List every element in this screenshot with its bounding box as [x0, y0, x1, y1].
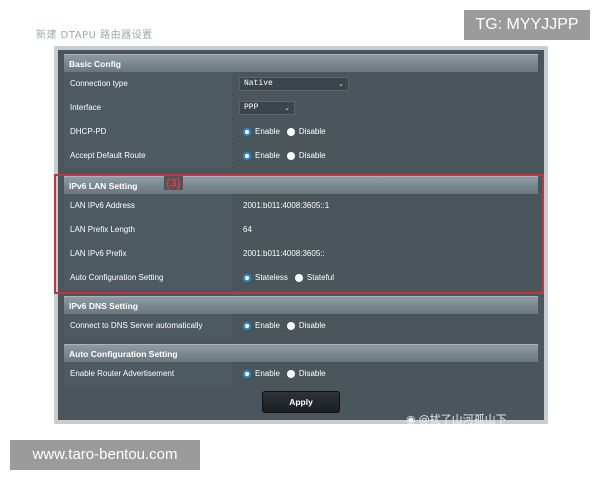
- connection-type-cell: Native ⌄: [234, 72, 538, 96]
- connection-type-label: Connection type: [64, 72, 232, 96]
- connect-dns-radio-group: Enable Disable: [243, 314, 329, 338]
- lan-ipv6-address-label: LAN IPv6 Address: [64, 194, 232, 218]
- connect-dns-enable-label: Enable: [255, 321, 280, 330]
- apply-button[interactable]: Apply: [262, 391, 340, 413]
- dhcp-pd-disable-label: Disable: [298, 127, 326, 136]
- auto-configuration-radio-group: Stateless Stateful: [243, 266, 337, 290]
- chevron-down-icon: ⌄: [284, 104, 290, 112]
- watermark: ◉ @扰了山河孤山下: [406, 410, 507, 428]
- lan-prefix-length-label: LAN Prefix Length: [64, 218, 232, 242]
- connection-type-value: Native: [244, 79, 273, 88]
- eye-logo-icon: ◉: [406, 412, 416, 426]
- stateful-radio[interactable]: [294, 274, 303, 282]
- dhcp-pd-label: DHCP-PD: [64, 120, 232, 144]
- connect-dns-cell: Enable Disable: [234, 314, 538, 338]
- auto-configuration-setting-cell: Stateless Stateful: [234, 266, 538, 290]
- connect-dns-label: Connect to DNS Server automatically: [64, 314, 232, 338]
- router-advertisement-disable-radio[interactable]: [286, 370, 295, 378]
- lan-ipv6-prefix-value: 2001:b011:4008:3605::: [234, 242, 538, 266]
- router-advertisement-enable-label: Enable: [255, 369, 280, 378]
- accept-default-route-enable-label: Enable: [255, 151, 280, 160]
- row-dhcp-pd: DHCP-PD Enable Disable: [64, 120, 538, 144]
- lan-prefix-length-value: 64: [234, 218, 538, 242]
- router-settings-frame: Basic Config Connection type Native ⌄ In…: [54, 46, 548, 424]
- stateless-label: Stateless: [255, 273, 288, 282]
- dhcp-pd-cell: Enable Disable: [234, 120, 538, 144]
- connect-dns-disable-radio[interactable]: [286, 322, 295, 330]
- router-advertisement-disable-label: Disable: [298, 369, 326, 378]
- row-interface: Interface PPP ⌄: [64, 96, 538, 120]
- site-badge: www.taro-bentou.com: [10, 440, 200, 470]
- accept-default-route-radio-group: Enable Disable: [243, 144, 329, 168]
- router-advertisement-cell: Enable Disable: [234, 362, 538, 386]
- top-caption: 新建 DTAPU 路由器设置: [36, 30, 153, 41]
- row-router-advertisement: Enable Router Advertisement Enable Disab…: [64, 362, 538, 386]
- settings-panel: Basic Config Connection type Native ⌄ In…: [58, 50, 544, 420]
- row-accept-default-route: Accept Default Route Enable Disable: [64, 144, 538, 168]
- lan-ipv6-prefix-label: LAN IPv6 Prefix: [64, 242, 232, 266]
- accept-default-route-disable-radio[interactable]: [286, 152, 295, 160]
- connection-type-select[interactable]: Native ⌄: [239, 77, 349, 91]
- dhcp-pd-enable-label: Enable: [255, 127, 280, 136]
- connect-dns-enable-radio[interactable]: [243, 322, 251, 330]
- section-header-ipv6-dns: IPv6 DNS Setting: [64, 296, 538, 314]
- lan-ipv6-address-value: 2001:b011:4008:3605::1: [234, 194, 538, 218]
- stateful-label: Stateful: [306, 273, 335, 282]
- step-marker: (3): [164, 176, 183, 190]
- interface-select[interactable]: PPP ⌄: [239, 101, 295, 115]
- accept-default-route-label: Accept Default Route: [64, 144, 232, 168]
- interface-cell: PPP ⌄: [234, 96, 538, 120]
- row-connection-type: Connection type Native ⌄: [64, 72, 538, 96]
- row-lan-prefix-length: LAN Prefix Length 64: [64, 218, 538, 242]
- interface-label: Interface: [64, 96, 232, 120]
- row-lan-ipv6-prefix: LAN IPv6 Prefix 2001:b011:4008:3605::: [64, 242, 538, 266]
- dhcp-pd-disable-radio[interactable]: [286, 128, 295, 136]
- tg-badge: TG: MYYJJPP: [464, 10, 590, 40]
- stateless-radio[interactable]: [243, 274, 251, 282]
- row-auto-configuration-setting: Auto Configuration Setting Stateless Sta…: [64, 266, 538, 290]
- section-header-auto-configuration: Auto Configuration Setting: [64, 344, 538, 362]
- section-header-basic-config: Basic Config: [64, 54, 538, 72]
- router-advertisement-enable-radio[interactable]: [243, 370, 251, 378]
- chevron-down-icon: ⌄: [338, 80, 344, 88]
- watermark-text: @扰了山河孤山下: [418, 413, 507, 426]
- interface-value: PPP: [244, 103, 259, 112]
- accept-default-route-cell: Enable Disable: [234, 144, 538, 168]
- section-header-ipv6-lan: IPv6 LAN Setting: [64, 176, 538, 194]
- accept-default-route-enable-radio[interactable]: [243, 152, 251, 160]
- row-lan-ipv6-address: LAN IPv6 Address 2001:b011:4008:3605::1: [64, 194, 538, 218]
- auto-configuration-setting-label: Auto Configuration Setting: [64, 266, 232, 290]
- router-advertisement-label: Enable Router Advertisement: [64, 362, 232, 386]
- dhcp-pd-enable-radio[interactable]: [243, 128, 251, 136]
- connect-dns-disable-label: Disable: [298, 321, 326, 330]
- dhcp-pd-radio-group: Enable Disable: [243, 120, 329, 144]
- accept-default-route-disable-label: Disable: [298, 151, 326, 160]
- router-advertisement-radio-group: Enable Disable: [243, 362, 329, 386]
- row-connect-dns-automatically: Connect to DNS Server automatically Enab…: [64, 314, 538, 338]
